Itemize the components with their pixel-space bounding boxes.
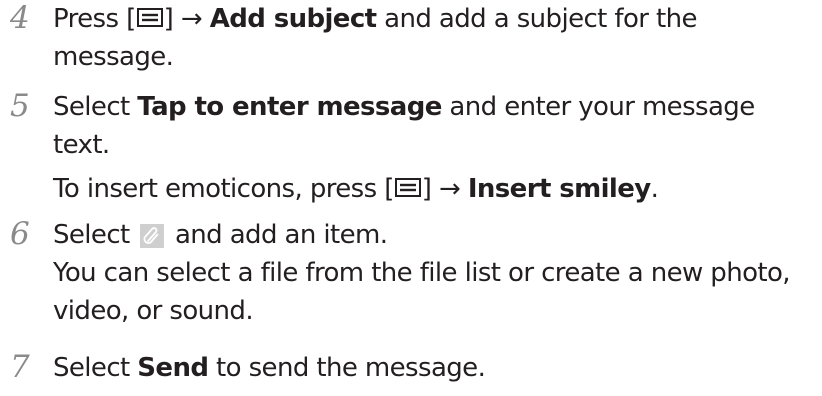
menu-key-icon (136, 7, 163, 29)
step-number: 6 (10, 216, 30, 252)
step-line: You can select a file from the file list… (53, 258, 791, 288)
step-text: Select and add an item. You can select a… (53, 216, 818, 330)
step-line: Select Send to send the message. (53, 353, 486, 383)
step-line: To insert emoticons, press [] → Insert s… (53, 174, 659, 204)
step-text: Press [] → Add subject and add a subject… (53, 0, 818, 76)
step-line: message. (53, 42, 174, 72)
ui-term: Insert smiley (467, 174, 651, 204)
paperclip-icon (140, 224, 165, 248)
ui-term: Tap to enter message (137, 92, 442, 122)
step-text: Select Send to send the message. (53, 349, 818, 387)
ui-term: Add subject (209, 4, 377, 34)
step-text: Select Tap to enter message and enter yo… (53, 88, 818, 208)
menu-key-icon (394, 177, 421, 199)
step-line: Press [] → Add subject and add a subject… (53, 4, 698, 34)
ui-term: Send (137, 353, 209, 383)
step-number: 5 (10, 88, 30, 124)
step-line: text. (53, 130, 110, 160)
step-line: Select and add an item. (53, 220, 388, 250)
step-number: 7 (10, 349, 30, 385)
step-line: video, or sound. (53, 296, 254, 326)
step-number: 4 (10, 0, 30, 36)
step-line: Select Tap to enter message and enter yo… (53, 92, 755, 122)
